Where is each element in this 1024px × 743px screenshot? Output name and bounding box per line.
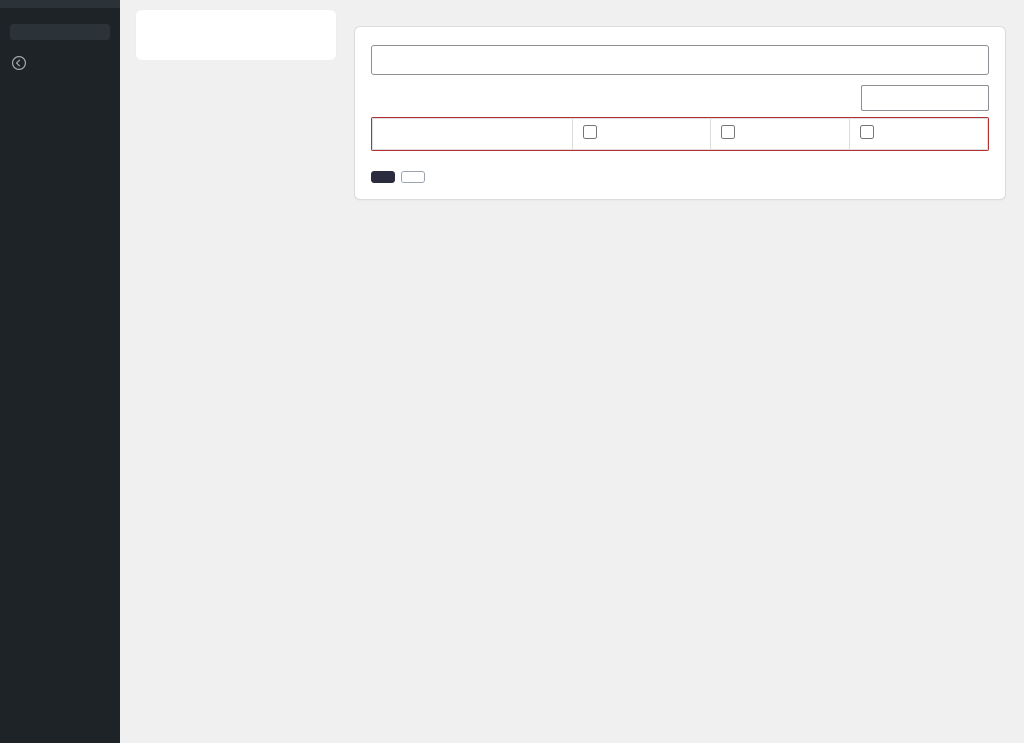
cancel-button[interactable] <box>401 171 425 183</box>
col-capability <box>373 119 573 150</box>
search-input[interactable] <box>861 85 989 111</box>
agent-role-card <box>354 26 1006 200</box>
select-all-assigned-others[interactable] <box>860 125 874 139</box>
collapse-icon <box>10 54 28 72</box>
subnav-title <box>136 24 336 40</box>
wp-admin-sidebar <box>0 0 120 743</box>
support-agents-subnav <box>136 10 336 60</box>
label-input[interactable] <box>371 45 989 75</box>
col-unassigned <box>573 119 711 150</box>
capabilities-table <box>371 117 989 151</box>
submit-button[interactable] <box>371 171 395 183</box>
col-assigned-others <box>849 119 987 150</box>
collapse-menu[interactable] <box>0 46 120 80</box>
select-all-unassigned[interactable] <box>583 125 597 139</box>
main-content <box>336 0 1024 743</box>
select-all-assigned-me[interactable] <box>721 125 735 139</box>
update-notice[interactable] <box>10 24 110 40</box>
page-title <box>354 10 1006 26</box>
col-assigned-me <box>711 119 849 150</box>
admin-footer <box>354 719 1006 743</box>
